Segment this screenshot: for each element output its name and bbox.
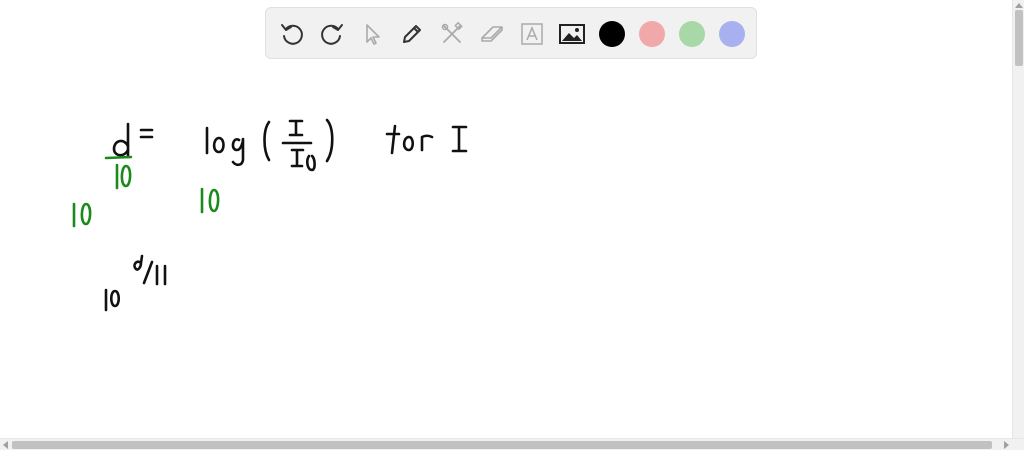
scroll-up-arrow-icon[interactable] xyxy=(1015,3,1023,8)
ink-black-d-equals xyxy=(112,122,154,158)
whiteboard-canvas[interactable] xyxy=(0,0,1012,438)
ink-black-log-expression xyxy=(205,118,334,172)
horizontal-scrollbar[interactable] xyxy=(0,438,1024,450)
scroll-right-arrow-icon[interactable] xyxy=(1004,441,1009,449)
handwriting-layer xyxy=(72,118,468,312)
ink-black-for-i xyxy=(385,124,468,155)
ink-green-annotations xyxy=(72,155,220,228)
vertical-scrollbar[interactable] xyxy=(1012,0,1024,438)
scroll-left-arrow-icon[interactable] xyxy=(3,441,8,449)
ink-black-ten-power xyxy=(104,254,167,312)
horizontal-scroll-thumb[interactable] xyxy=(12,441,992,449)
vertical-scroll-thumb[interactable] xyxy=(1015,10,1023,66)
